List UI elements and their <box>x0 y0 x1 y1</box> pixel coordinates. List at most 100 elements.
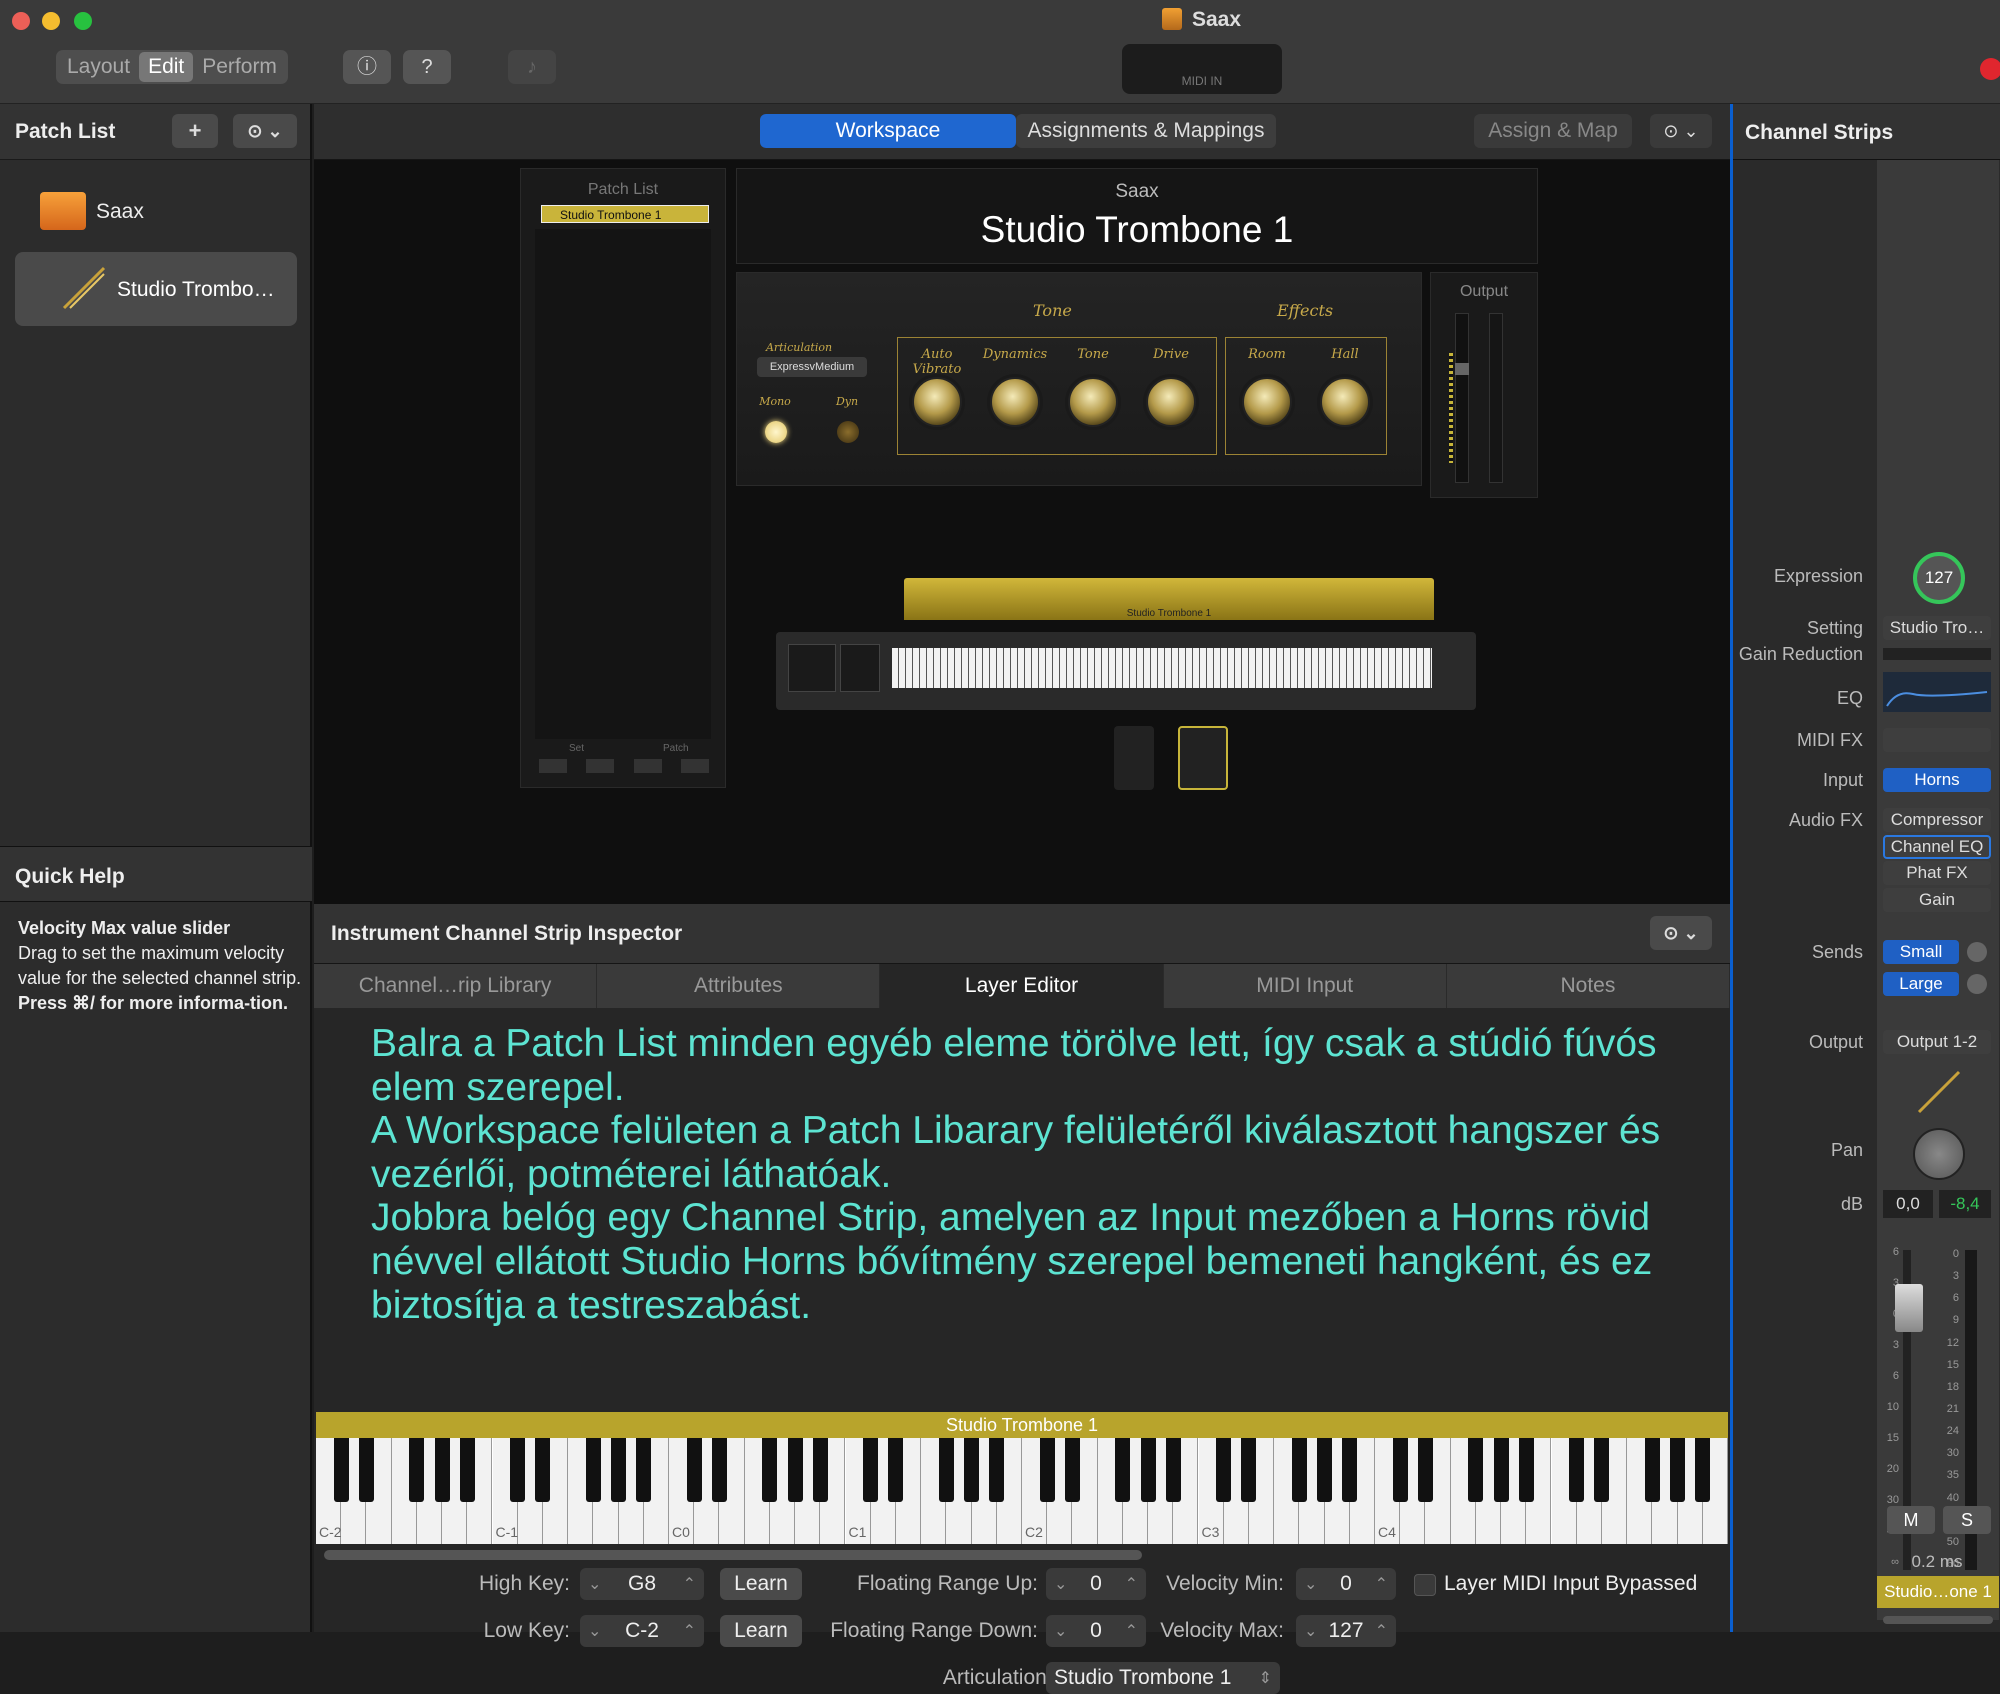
velocity-max-stepper[interactable]: ⌄ 127 ⌃ <box>1296 1615 1396 1647</box>
black-key[interactable] <box>1342 1438 1358 1502</box>
sustain-pedal[interactable] <box>1114 726 1154 790</box>
black-key[interactable] <box>409 1438 425 1502</box>
black-key[interactable] <box>1670 1438 1686 1502</box>
tab-assignments-mappings[interactable]: Assignments & Mappings <box>1016 114 1276 148</box>
black-key[interactable] <box>1468 1438 1484 1502</box>
black-key[interactable] <box>611 1438 627 1502</box>
expression-knob[interactable]: 127 <box>1913 552 1965 604</box>
black-key[interactable] <box>888 1438 904 1502</box>
black-key[interactable] <box>585 1438 601 1502</box>
setting-button[interactable]: Studio Tro… <box>1883 616 1991 640</box>
tuner-icon[interactable]: ♪ <box>508 50 556 84</box>
room-knob[interactable] <box>1242 377 1292 427</box>
black-key[interactable] <box>762 1438 778 1502</box>
black-key[interactable] <box>1594 1438 1610 1502</box>
mini-keyboard[interactable] <box>892 648 1432 688</box>
black-key[interactable] <box>1241 1438 1257 1502</box>
workspace-action-button[interactable]: ⊙ ⌄ <box>1650 114 1712 148</box>
black-key[interactable] <box>1291 1438 1307 1502</box>
inspector-action-button[interactable]: ⊙ ⌄ <box>1650 916 1712 950</box>
expression-pedal[interactable] <box>1178 726 1228 790</box>
layer-midi-bypass-checkbox[interactable] <box>1414 1574 1436 1596</box>
black-key[interactable] <box>863 1438 879 1502</box>
mono-button[interactable] <box>765 421 787 443</box>
black-key[interactable] <box>1216 1438 1232 1502</box>
hall-knob[interactable] <box>1320 377 1370 427</box>
black-key[interactable] <box>964 1438 980 1502</box>
black-key[interactable] <box>1140 1438 1156 1502</box>
low-key-learn-button[interactable]: Learn <box>720 1615 802 1647</box>
audio-fx-channel-eq[interactable]: Channel EQ <box>1883 835 1991 859</box>
black-key[interactable] <box>1644 1438 1660 1502</box>
black-key[interactable] <box>1317 1438 1333 1502</box>
assign-map-button[interactable]: Assign & Map <box>1474 114 1632 148</box>
high-key-learn-button[interactable]: Learn <box>720 1568 802 1600</box>
tone-knob[interactable] <box>1068 377 1118 427</box>
close-window-button[interactable] <box>12 12 30 30</box>
volume-fader-handle[interactable] <box>1895 1284 1923 1332</box>
mute-button[interactable]: M <box>1887 1506 1935 1534</box>
articulation-set-popup[interactable]: Studio Trombone 1 ⇕ <box>1046 1662 1280 1694</box>
floating-range-down-stepper[interactable]: ⌄ 0 ⌃ <box>1046 1615 1146 1647</box>
layer-range-bar[interactable]: Studio Trombone 1 <box>316 1412 1728 1438</box>
send-large-knob[interactable] <box>1967 974 1987 994</box>
edit-mode-button[interactable]: Edit <box>139 52 194 82</box>
add-patch-button[interactable]: + <box>172 114 218 148</box>
dynamics-knob[interactable] <box>990 377 1040 427</box>
audio-fx-compressor[interactable]: Compressor <box>1883 808 1991 832</box>
info-icon[interactable]: ⓘ <box>343 50 391 84</box>
output-slot[interactable]: Output 1-2 <box>1883 1030 1991 1054</box>
low-key-stepper[interactable]: ⌄ C-2 ⌃ <box>580 1615 704 1647</box>
black-key[interactable] <box>989 1438 1005 1502</box>
audio-fx-gain[interactable]: Gain <box>1883 888 1991 912</box>
velocity-min-stepper[interactable]: ⌄ 0 ⌃ <box>1296 1568 1396 1600</box>
black-key[interactable] <box>787 1438 803 1502</box>
pitch-wheel[interactable] <box>788 644 836 692</box>
black-key[interactable] <box>459 1438 475 1502</box>
volume-value[interactable]: 0,0 <box>1883 1190 1933 1218</box>
ws-patch-item[interactable]: Studio Trombone 1 <box>541 205 709 223</box>
patch-list-action-button[interactable]: ⊙ ⌄ <box>233 114 297 148</box>
black-key[interactable] <box>1165 1438 1181 1502</box>
black-key[interactable] <box>510 1438 526 1502</box>
eq-thumbnail[interactable] <box>1883 672 1991 712</box>
help-icon[interactable]: ? <box>403 50 451 84</box>
black-key[interactable] <box>358 1438 374 1502</box>
floating-range-up-stepper[interactable]: ⌄ 0 ⌃ <box>1046 1568 1146 1600</box>
output-fader-handle[interactable] <box>1455 363 1469 375</box>
send-large[interactable]: Large <box>1883 972 1959 996</box>
auto-vibrato-knob[interactable] <box>912 377 962 427</box>
ws-nav-buttons[interactable] <box>539 759 709 773</box>
channel-strip-name[interactable]: Studio…one 1 <box>1877 1576 1999 1608</box>
black-key[interactable] <box>1392 1438 1408 1502</box>
keyboard-scrollbar[interactable] <box>324 1550 1142 1560</box>
drive-knob[interactable] <box>1146 377 1196 427</box>
layer-keyboard[interactable]: C-2 C-1 C0 C1 C2 C3 C4 <box>316 1438 1728 1544</box>
black-key[interactable] <box>686 1438 702 1502</box>
black-key[interactable] <box>333 1438 349 1502</box>
patch-item-saax[interactable]: Saax <box>96 200 144 224</box>
layout-mode-button[interactable]: Layout <box>58 52 139 82</box>
dyn-button[interactable] <box>837 421 859 443</box>
black-key[interactable] <box>1115 1438 1131 1502</box>
black-key[interactable] <box>938 1438 954 1502</box>
articulation-selector[interactable]: ExpressvMedium <box>757 357 867 377</box>
send-small[interactable]: Small <box>1883 940 1959 964</box>
high-key-stepper[interactable]: ⌄ G8 ⌃ <box>580 1568 704 1600</box>
tab-midi-input[interactable]: MIDI Input <box>1164 964 1447 1008</box>
black-key[interactable] <box>1518 1438 1534 1502</box>
black-key[interactable] <box>711 1438 727 1502</box>
black-key[interactable] <box>636 1438 652 1502</box>
send-small-knob[interactable] <box>1967 942 1987 962</box>
black-key[interactable] <box>1417 1438 1433 1502</box>
mod-wheel[interactable] <box>840 644 880 692</box>
input-slot[interactable]: Horns <box>1883 768 1991 792</box>
peak-value[interactable]: -8,4 <box>1939 1190 1991 1218</box>
black-key[interactable] <box>1064 1438 1080 1502</box>
black-key[interactable] <box>434 1438 450 1502</box>
zoom-window-button[interactable] <box>74 12 92 30</box>
black-key[interactable] <box>535 1438 551 1502</box>
black-key[interactable] <box>1039 1438 1055 1502</box>
output-fader[interactable] <box>1455 313 1469 483</box>
tab-channel-strip-library[interactable]: Channel…rip Library <box>314 964 598 1008</box>
